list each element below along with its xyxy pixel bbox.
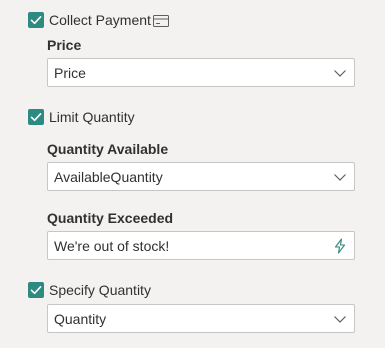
- chevron-down-icon: [332, 65, 348, 81]
- price-dropdown[interactable]: Price: [47, 58, 355, 87]
- chevron-down-icon: [332, 169, 348, 185]
- collect-payment-label: Collect Payment: [49, 12, 151, 28]
- specify-quantity-label: Specify Quantity: [49, 282, 151, 298]
- price-value: Price: [54, 65, 86, 81]
- quantity-exceeded-input[interactable]: We're out of stock!: [47, 231, 355, 260]
- checkmark-icon: [30, 286, 42, 295]
- chevron-down-icon: [332, 311, 348, 327]
- specify-quantity-value: Quantity: [54, 311, 107, 327]
- price-label: Price: [47, 37, 82, 53]
- collect-payment-checkbox[interactable]: [28, 12, 44, 28]
- quantity-available-dropdown[interactable]: AvailableQuantity: [47, 162, 355, 191]
- checkmark-icon: [30, 16, 42, 25]
- limit-quantity-label: Limit Quantity: [49, 109, 135, 125]
- specify-quantity-dropdown[interactable]: Quantity: [47, 304, 355, 333]
- card-icon: [153, 14, 169, 28]
- quantity-available-label: Quantity Available: [47, 141, 169, 157]
- specify-quantity-checkbox[interactable]: [28, 282, 44, 298]
- lightning-icon[interactable]: [332, 238, 348, 254]
- quantity-exceeded-value: We're out of stock!: [54, 238, 170, 254]
- quantity-available-value: AvailableQuantity: [54, 169, 163, 185]
- quantity-exceeded-label: Quantity Exceeded: [47, 210, 174, 226]
- checkmark-icon: [30, 113, 42, 122]
- limit-quantity-checkbox[interactable]: [28, 109, 44, 125]
